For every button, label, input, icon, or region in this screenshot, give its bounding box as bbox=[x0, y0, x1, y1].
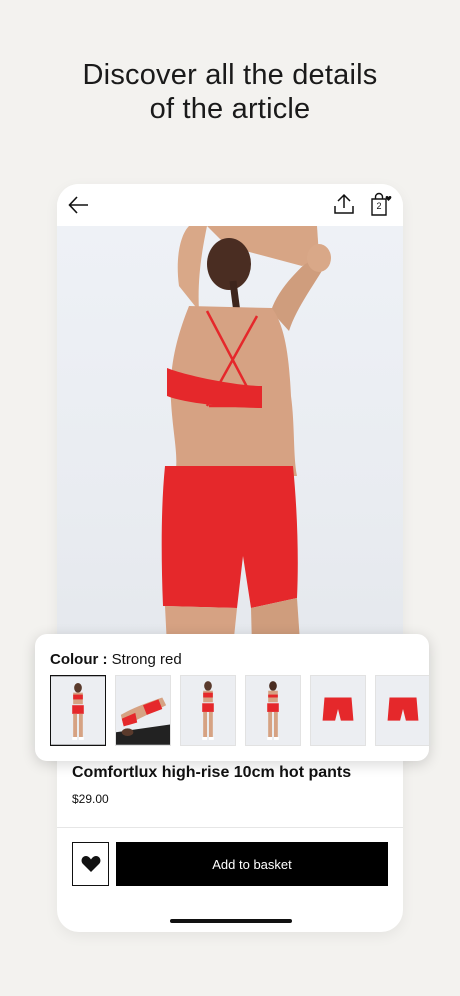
wishlist-button[interactable] bbox=[72, 842, 109, 886]
colour-label: Colour : Strong red bbox=[50, 651, 182, 668]
top-bar: 2 bbox=[57, 184, 403, 226]
product-title: Comfortlux high-rise 10cm hot pants bbox=[72, 764, 352, 781]
colour-swatch-1[interactable] bbox=[50, 675, 106, 746]
colour-swatch-5[interactable] bbox=[310, 675, 366, 746]
swatch-thumbnail bbox=[116, 676, 170, 745]
colour-swatch-4[interactable] bbox=[245, 675, 301, 746]
product-price: $29.00 bbox=[72, 792, 109, 806]
colour-swatch-6[interactable] bbox=[375, 675, 429, 746]
swatch-thumbnail bbox=[181, 676, 235, 745]
product-photo-model bbox=[161, 226, 331, 686]
product-image[interactable] bbox=[57, 226, 403, 686]
add-to-basket-button[interactable]: Add to basket bbox=[116, 842, 388, 886]
colour-swatch-2[interactable] bbox=[115, 675, 171, 746]
promo-line-1: Discover all the details bbox=[82, 59, 378, 91]
colour-swatch-list bbox=[50, 675, 429, 747]
swatch-thumbnail bbox=[246, 676, 300, 745]
back-arrow-icon[interactable] bbox=[67, 193, 91, 217]
colour-selector-card: Colour : Strong red bbox=[35, 634, 429, 761]
swatch-thumbnail bbox=[51, 676, 105, 745]
home-indicator bbox=[170, 919, 292, 923]
swatch-thumbnail bbox=[311, 676, 365, 745]
share-icon[interactable] bbox=[332, 192, 356, 216]
swatch-thumbnail bbox=[376, 676, 429, 745]
colour-swatch-3[interactable] bbox=[180, 675, 236, 746]
divider bbox=[57, 827, 403, 828]
colour-label-title: Colour : bbox=[50, 651, 108, 668]
heart-icon bbox=[81, 856, 100, 872]
colour-value: Strong red bbox=[111, 651, 182, 668]
bag-count-badge: 2 bbox=[376, 201, 382, 211]
phone-screen: 2 Comfortlux high-rise 10cm hot pants $2… bbox=[57, 184, 403, 932]
promo-headline: Discover all the details of the article bbox=[0, 58, 460, 126]
promo-line-2: of the article bbox=[149, 93, 311, 125]
